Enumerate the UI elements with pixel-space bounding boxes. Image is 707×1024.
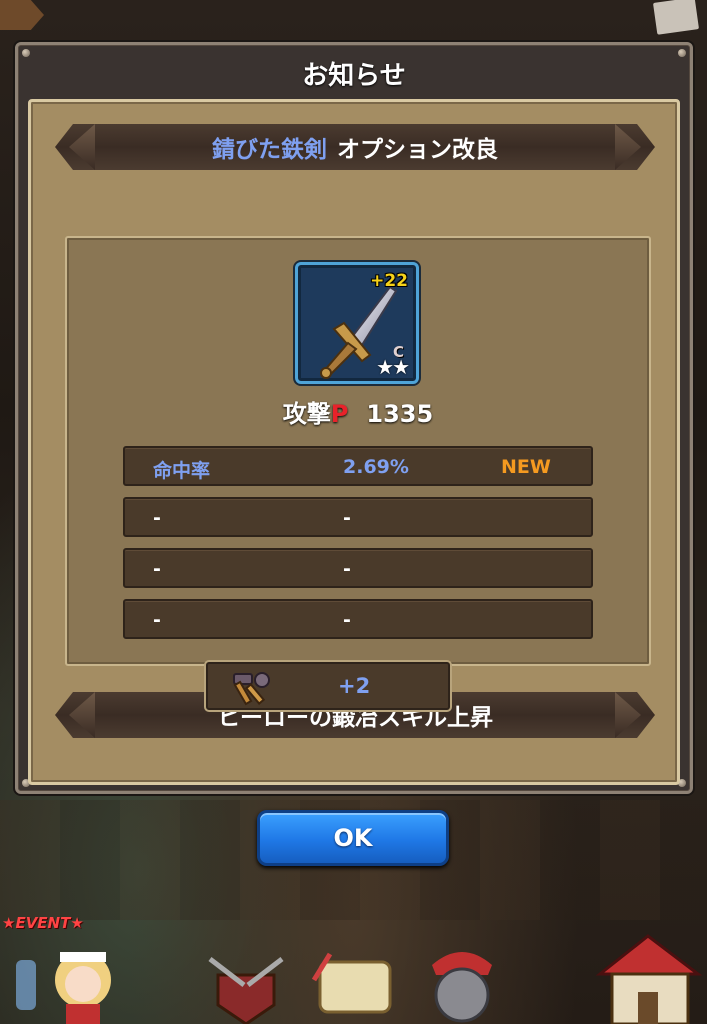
option-value: 2.69% (343, 456, 409, 478)
option-row: 命中率 2.69% NEW (123, 446, 593, 486)
attack-p-label: P (330, 400, 349, 428)
option-name: - (153, 507, 161, 529)
event-character-icon[interactable] (8, 930, 128, 1024)
star-rating-icon: ★★ (376, 355, 410, 379)
quest-scroll-icon[interactable] (310, 950, 400, 1024)
attack-stat: 攻撃P 1335 (67, 394, 649, 429)
hero-helmet-icon[interactable] (422, 945, 502, 1024)
option-name: - (153, 609, 161, 631)
skill-increase-value: +2 (338, 674, 371, 698)
item-icon-frame[interactable]: +22 C ★★ (295, 262, 419, 384)
option-improve-banner: 錆びた鉄剣 オプション改良 (55, 124, 655, 170)
option-value: - (343, 609, 351, 631)
new-badge: NEW (501, 456, 551, 478)
guild-shield-icon[interactable] (204, 955, 288, 1024)
smithing-skill-row: +2 (206, 662, 450, 710)
option-name: - (153, 558, 161, 580)
mail-icon[interactable] (652, 0, 700, 35)
enhance-level: +22 (370, 271, 408, 291)
banner-text: オプション改良 (337, 137, 498, 163)
option-name: 命中率 (153, 460, 211, 482)
item-name: 錆びた鉄剣 (212, 137, 327, 163)
attack-value: 1335 (366, 400, 434, 428)
attack-label: 攻撃 (282, 400, 331, 428)
shop-house-icon[interactable] (590, 928, 707, 1024)
ok-button[interactable]: OK (257, 810, 449, 866)
option-value: - (343, 507, 351, 529)
option-value: - (343, 558, 351, 580)
hammer-wrench-icon (233, 672, 270, 706)
option-row: - - (123, 497, 593, 537)
item-detail-panel: +22 C ★★ 攻撃P 1335 命中率 2.69% NEW - - - - (65, 236, 651, 666)
option-row: - - (123, 548, 593, 588)
option-row: - - (123, 599, 593, 639)
dialog-title: お知らせ (302, 61, 406, 91)
